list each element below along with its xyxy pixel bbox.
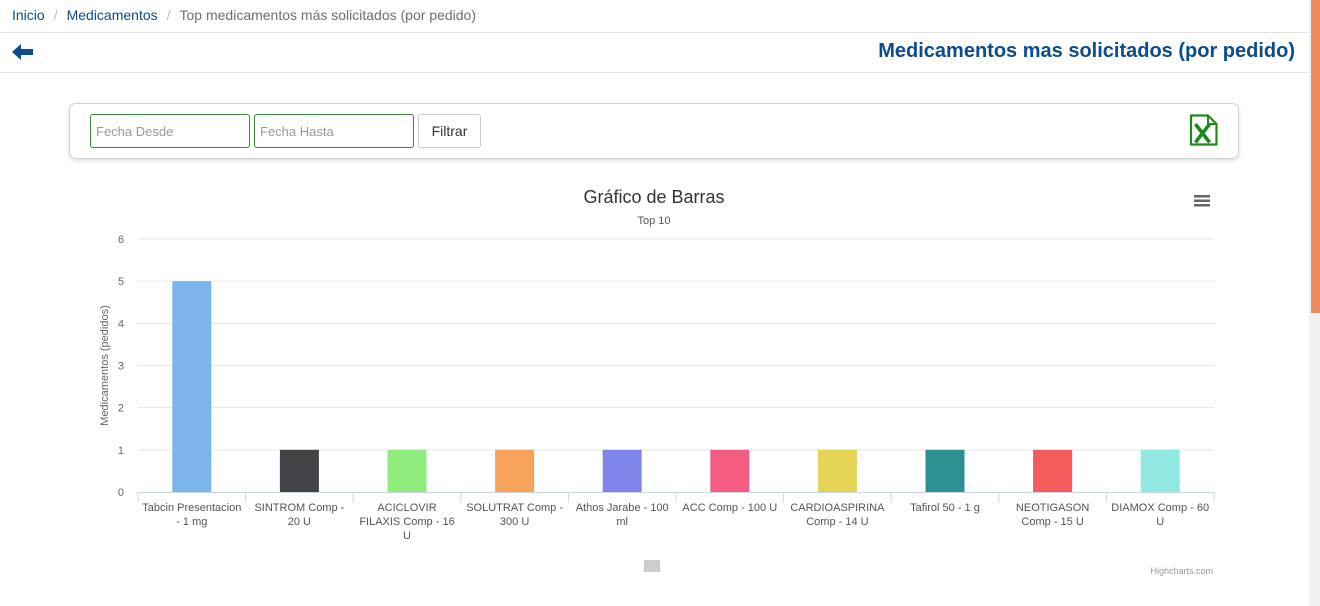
filter-button[interactable]: Filtrar — [418, 114, 481, 148]
hamburger-line — [1194, 195, 1210, 198]
bar[interactable] — [925, 449, 965, 492]
chart-title: Gráfico de Barras — [583, 187, 724, 207]
chart-scroll-indicator — [644, 560, 660, 572]
y-axis-label: Medicamentos (pedidos) — [99, 305, 111, 425]
x-tick-label: ACC Comp - 100 U — [682, 502, 777, 514]
breadcrumb-link-medicamentos[interactable]: Medicamentos — [67, 7, 158, 23]
hamburger-menu-icon[interactable] — [1194, 195, 1210, 207]
x-tick-label: Tafirol 50 - 1 g — [910, 502, 980, 514]
breadcrumb-separator: / — [166, 7, 171, 23]
filter-panel: Filtrar — [69, 103, 1239, 159]
bar[interactable] — [495, 449, 535, 492]
hamburger-line — [1194, 199, 1210, 202]
y-tick-label: 4 — [118, 318, 124, 330]
chart-subtitle: Top 10 — [637, 215, 670, 227]
y-tick-label: 5 — [118, 276, 124, 288]
bar[interactable] — [602, 449, 642, 492]
excel-icon[interactable] — [1189, 114, 1218, 146]
page-scrollbar-thumb[interactable] — [1311, 0, 1320, 313]
y-tick-label: 6 — [118, 234, 124, 246]
arrow-left-icon[interactable] — [11, 41, 35, 63]
bar[interactable] — [172, 281, 212, 492]
bar[interactable] — [1033, 449, 1073, 492]
y-tick-label: 2 — [118, 403, 124, 415]
page-title: Medicamentos mas solicitados (por pedido… — [878, 40, 1295, 62]
breadcrumb: Inicio / Medicamentos / Top medicamentos más… — [0, 0, 1309, 33]
breadcrumb-current: Top medicamentos más solicitados (por pe… — [179, 7, 476, 23]
bar[interactable] — [279, 449, 319, 492]
breadcrumb-link-inicio[interactable]: Inicio — [12, 7, 45, 23]
breadcrumb-separator: / — [53, 7, 58, 23]
y-tick-label: 0 — [118, 487, 124, 499]
y-tick-label: 3 — [118, 361, 124, 373]
hamburger-line — [1194, 204, 1210, 207]
chart-credits[interactable]: Highcharts.com — [1150, 566, 1213, 576]
bar[interactable] — [1140, 449, 1180, 492]
y-tick-label: 1 — [118, 445, 124, 457]
bar[interactable] — [817, 449, 857, 492]
fecha-desde-input[interactable] — [90, 114, 250, 148]
bar[interactable] — [710, 449, 750, 492]
fecha-hasta-input[interactable] — [254, 114, 414, 148]
bar-chart: Gráfico de Barras Top 10 0 1 2 3 4 5 6 Medicam… — [90, 178, 1220, 578]
page-header: Medicamentos mas solicitados (por pedido… — [0, 33, 1309, 73]
bar[interactable] — [387, 449, 427, 492]
